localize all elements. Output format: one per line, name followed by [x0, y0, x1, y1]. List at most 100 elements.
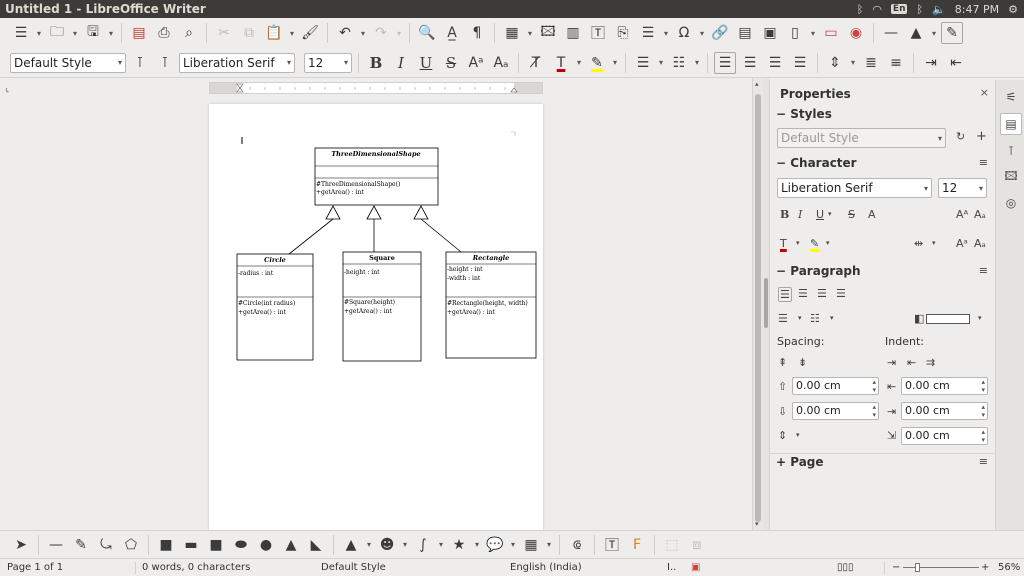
strikethrough-icon[interactable]: S	[440, 52, 462, 74]
basic-shapes-icon[interactable]: ▲	[905, 22, 927, 44]
vertical-scrollbar[interactable]: ▴ ▾	[752, 78, 763, 530]
collapse-icon[interactable]: −	[776, 107, 790, 121]
new-style-icon[interactable]: ⊺	[154, 52, 176, 74]
callouts-icon[interactable]: 💬	[484, 534, 506, 556]
navigator-tab-icon[interactable]: ◎	[1000, 192, 1022, 214]
triangle-icon[interactable]: ▲	[280, 534, 302, 556]
chevron-down-icon[interactable]: ▾	[979, 184, 983, 193]
bold-icon[interactable]: B	[780, 208, 789, 221]
clear-formatting-icon[interactable]: T̸	[525, 52, 547, 74]
collapse-icon[interactable]: −	[776, 264, 790, 278]
circle-icon[interactable]: ●	[255, 534, 277, 556]
above-paragraph-spacing-field[interactable]: 0.00 cm ▴ ▾	[792, 377, 879, 395]
italic-icon[interactable]: I	[390, 52, 412, 74]
redo-icon[interactable]: ↷	[370, 22, 392, 44]
zoom-slider-thumb[interactable]	[915, 563, 920, 572]
update-style-icon[interactable]: ↻	[956, 130, 965, 143]
increase-spacing-icon[interactable]: ⇞	[778, 356, 787, 369]
flowchart-icon[interactable]: ▦	[520, 534, 542, 556]
insert-field-icon[interactable]: ☰	[637, 22, 659, 44]
align-right-icon[interactable]: ☰	[764, 52, 786, 74]
character-section-header[interactable]: − Character	[776, 156, 857, 170]
track-changes-icon[interactable]: ◉	[845, 22, 867, 44]
chevron-down-icon[interactable]: ▾	[809, 22, 817, 44]
unordered-list-icon[interactable]: ☰	[778, 312, 788, 325]
insert-line-icon[interactable]: —	[880, 22, 902, 44]
footnote-icon[interactable]: ▤	[734, 22, 756, 44]
insert-chart-icon[interactable]: ▥	[562, 22, 584, 44]
chevron-down-icon[interactable]: ▾	[359, 22, 367, 44]
close-sidebar-icon[interactable]: ×	[980, 86, 989, 99]
highlight-color-icon[interactable]: ✎	[810, 237, 819, 250]
new-style-icon[interactable]: +	[976, 129, 987, 144]
styles-tab-icon[interactable]: ⊺	[1000, 140, 1022, 162]
insert-textbox-icon[interactable]: 🅃	[587, 22, 609, 44]
scrollbar-thumb[interactable]	[755, 94, 761, 522]
paragraph-style-combo[interactable]: Default Style ▾	[10, 52, 126, 73]
wifi-icon[interactable]: ◠	[872, 3, 882, 16]
clock[interactable]: 8:47 PM	[955, 3, 999, 16]
paragraph-section-header[interactable]: − Paragraph	[776, 264, 861, 278]
3d-object-icon[interactable]: ⧈	[686, 534, 708, 556]
justify-icon[interactable]: ☰	[836, 287, 846, 300]
show-draw-functions-icon[interactable]: ✎	[941, 22, 963, 44]
more-options-icon[interactable]: ≡	[979, 156, 988, 169]
splitter-handle[interactable]	[764, 278, 768, 328]
properties-tab-icon[interactable]: ▤	[1000, 113, 1022, 135]
shrink-font-icon[interactable]: Aₐ	[974, 208, 986, 221]
chevron-down-icon[interactable]: ▾	[437, 534, 445, 556]
polygon-icon[interactable]: ⬠	[120, 534, 142, 556]
ordered-list-icon[interactable]: ☷	[668, 52, 690, 74]
toggle-extrusion-icon[interactable]: ⬚	[661, 534, 683, 556]
rectangle-icon[interactable]: ■	[155, 534, 177, 556]
copy-icon[interactable]: ⧉	[238, 22, 260, 44]
shadow-icon[interactable]: A	[868, 208, 876, 221]
chevron-down-icon[interactable]: ▾	[509, 534, 517, 556]
spelling-icon[interactable]: A̲	[441, 22, 463, 44]
sidebar-settings-icon[interactable]: ⚟	[1000, 86, 1022, 108]
justify-icon[interactable]: ☰	[789, 52, 811, 74]
clone-formatting-icon[interactable]: 🖌	[299, 22, 321, 44]
italic-icon[interactable]: I	[798, 208, 802, 221]
select-icon[interactable]: ➤	[10, 534, 32, 556]
decrease-paragraph-spacing-icon[interactable]: ≡	[885, 52, 907, 74]
scroll-up-icon[interactable]: ▴	[755, 80, 759, 88]
chevron-down-icon[interactable]: ▾	[662, 22, 670, 44]
horizontal-ruler[interactable]	[209, 82, 543, 94]
undo-icon[interactable]: ↶	[334, 22, 356, 44]
spin-buttons[interactable]: ▴ ▾	[872, 403, 876, 419]
spin-buttons[interactable]: ▴ ▾	[981, 378, 985, 394]
chevron-down-icon[interactable]: ▾	[796, 431, 800, 439]
decrease-indent-icon[interactable]: ⇤	[945, 52, 967, 74]
square-icon[interactable]: ■	[205, 534, 227, 556]
chevron-down-icon[interactable]: ▾	[828, 210, 832, 218]
rounded-rectangle-icon[interactable]: ▬	[180, 534, 202, 556]
chevron-down-icon[interactable]: ▾	[924, 184, 928, 193]
superscript-icon[interactable]: Aᵃ	[465, 52, 487, 74]
spin-buttons[interactable]: ▴ ▾	[872, 378, 876, 394]
highlight-color-icon[interactable]: ✎	[586, 52, 608, 74]
chevron-down-icon[interactable]: ▾	[611, 52, 619, 74]
decrease-indent-icon[interactable]: ⇤	[907, 356, 916, 369]
sidebar-style-combo[interactable]: Default Style ▾	[777, 128, 946, 148]
language[interactable]: English (India)	[510, 562, 582, 573]
more-options-icon[interactable]: ≡	[979, 455, 988, 468]
formatting-marks-icon[interactable]: ¶	[466, 22, 488, 44]
decrease-spacing-icon[interactable]: ⇟	[798, 356, 807, 369]
after-text-indent-field[interactable]: 0.00 cm ▴ ▾	[901, 402, 988, 420]
chevron-down-icon[interactable]: ▾	[473, 534, 481, 556]
hanging-indent-icon[interactable]: ⇉	[926, 356, 935, 369]
chevron-down-icon[interactable]: ▾	[798, 314, 802, 322]
document-page[interactable]: ThreeDimensionalShape #ThreeDimensionalS…	[209, 104, 543, 530]
ellipse-icon[interactable]: ⬬	[230, 534, 252, 556]
chevron-down-icon[interactable]: ▾	[938, 134, 942, 143]
bookmark-icon[interactable]: ▯	[784, 22, 806, 44]
line-spacing-icon[interactable]: ⇕	[824, 52, 846, 74]
below-paragraph-spacing-field[interactable]: 0.00 cm ▴ ▾	[792, 402, 879, 420]
underline-icon[interactable]: U	[415, 52, 437, 74]
chevron-down-icon[interactable]: ▾	[698, 22, 706, 44]
increase-indent-icon[interactable]: ⇥	[920, 52, 942, 74]
symbol-shapes-icon[interactable]: ☻	[376, 534, 398, 556]
chevron-down-icon[interactable]: ▾	[826, 239, 830, 247]
insert-image-icon[interactable]: 🖾	[537, 22, 559, 44]
